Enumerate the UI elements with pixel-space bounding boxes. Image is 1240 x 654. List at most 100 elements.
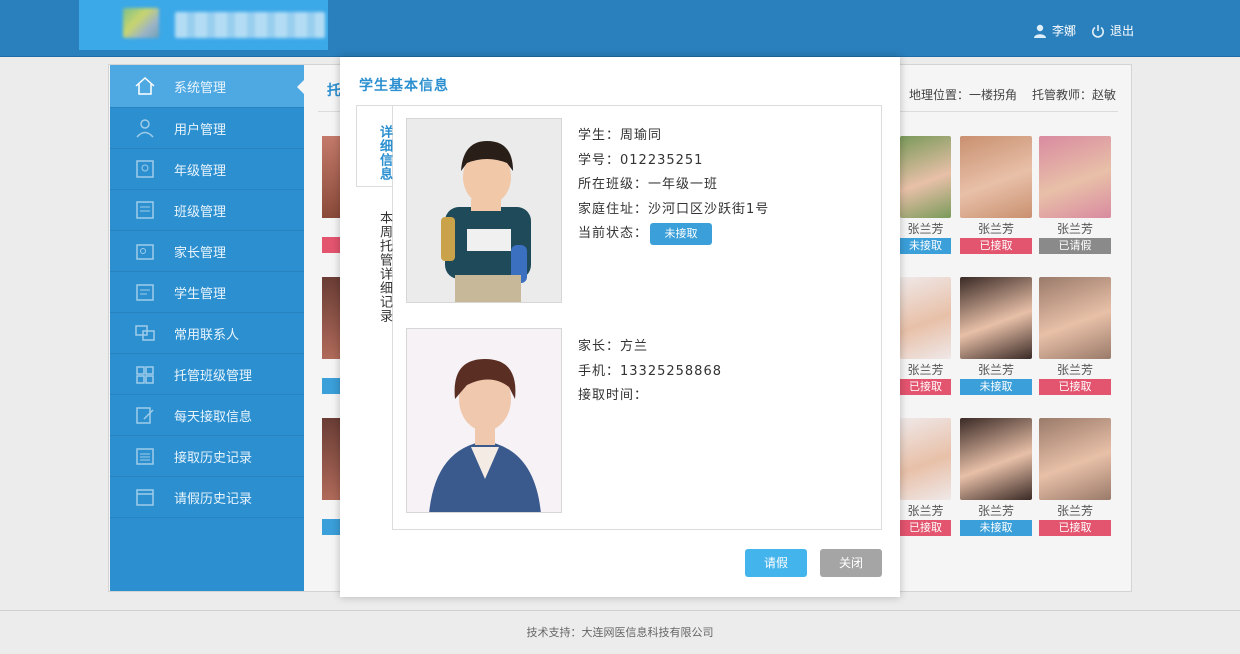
home-icon — [135, 76, 155, 95]
sidebar-item[interactable]: 系统管理 — [110, 65, 305, 108]
page-title: 托 — [327, 83, 341, 99]
student-card[interactable]: 张兰芳 未接取 — [960, 418, 1032, 536]
power-icon — [1092, 24, 1104, 38]
student-name: 张兰芳 — [1056, 363, 1093, 377]
status-badge: 已接取 — [960, 238, 1032, 254]
student-photo — [900, 418, 951, 500]
student-card[interactable]: 张兰芳 已接取 — [900, 418, 951, 536]
student-card[interactable]: 张兰芳 已接取 — [1039, 418, 1111, 536]
grid-icon — [136, 366, 154, 384]
footer: 技术支持：大连网医信息科技有限公司 — [0, 610, 1240, 654]
student-photo — [1039, 136, 1111, 218]
sidebar-item[interactable]: 常用联系人 — [110, 313, 304, 354]
student-info-dialog: 学生基本信息 详细信息 本周托管详细记录 学生：周瑜同 学号：012235251… — [340, 57, 900, 597]
student-number: 学号：012235251 — [578, 152, 704, 168]
sidebar-item[interactable]: 请假历史记录 — [110, 477, 304, 518]
list-icon — [136, 448, 154, 465]
window-icon — [136, 489, 154, 506]
edit-icon — [136, 407, 154, 424]
student-card[interactable]: 张兰芳 已接取 — [900, 277, 951, 395]
student-photo-partial — [322, 277, 340, 359]
student-photo — [960, 136, 1032, 218]
class-icon — [136, 201, 154, 219]
sidebar-item-label: 接取历史记录 — [174, 450, 253, 466]
student-photo — [960, 418, 1032, 500]
student-name: 张兰芳 — [977, 504, 1014, 518]
sidebar-item-label: 托管班级管理 — [174, 368, 253, 384]
sidebar-item[interactable]: 家长管理 — [110, 231, 304, 272]
student-photo — [1039, 277, 1111, 359]
tab-weekly-records[interactable]: 本周托管详细记录 — [356, 187, 392, 327]
student-card[interactable]: 张兰芳 未接取 — [900, 136, 951, 254]
sidebar-item[interactable]: 学生管理 — [110, 272, 304, 313]
logo — [79, 0, 328, 50]
status-badge: 已接取 — [900, 379, 951, 395]
user-icon — [1033, 24, 1046, 38]
sidebar: 系统管理用户管理年级管理 班级管理家长管理学生管理常用联系人托管班级管理 每天接取信… — [110, 65, 305, 591]
sidebar-item-label: 家长管理 — [174, 245, 227, 261]
status-badge-partial — [322, 237, 340, 253]
student-photo — [406, 118, 562, 303]
status-badge: 已接取 — [1039, 520, 1111, 536]
status-badge: 已请假 — [1039, 238, 1111, 254]
student-photo-partial — [322, 418, 340, 500]
student-card[interactable]: 张兰芳 已请假 — [1039, 136, 1111, 254]
student-status-row: 当前状态： 未接取 — [578, 222, 769, 247]
status-badge: 已接取 — [1039, 379, 1111, 395]
status-badge: 已接取 — [900, 520, 951, 536]
teacher-info: 托管教师：赵敏 — [1032, 88, 1117, 102]
logo-image-blurred — [123, 8, 159, 38]
leave-button[interactable]: 请假 — [745, 549, 807, 577]
student-address: 家庭住址：沙河口区沙跃街1号 — [578, 201, 770, 217]
student-photo-image — [407, 119, 561, 302]
student-name: 学生：周瑜同 — [578, 128, 663, 143]
student-name: 张兰芳 — [1056, 222, 1093, 236]
status-badge: 未接取 — [960, 379, 1032, 395]
student-class: 所在班级：一年级一班 — [578, 177, 719, 192]
logo-text-blurred — [175, 12, 325, 38]
sidebar-item[interactable]: 托管班级管理 — [110, 354, 304, 395]
contacts-icon — [135, 325, 155, 341]
student-name: 张兰芳 — [1056, 504, 1093, 518]
sidebar-item[interactable]: 年级管理 — [110, 149, 304, 190]
student-card[interactable]: 张兰芳 未接取 — [960, 277, 1032, 395]
tab-details[interactable]: 详细信息 — [356, 105, 392, 187]
logout-button[interactable]: 退出 — [1091, 22, 1134, 39]
student-photo — [960, 277, 1032, 359]
user-name: 李娜 — [1051, 24, 1076, 38]
sidebar-item[interactable]: 接取历史记录 — [110, 436, 304, 477]
dialog-title: 学生基本信息 — [359, 78, 449, 94]
parent-photo-image — [407, 329, 561, 512]
parent-info: 家长：方兰 手机：13325258868 接取时间： — [578, 335, 722, 409]
parent-photo — [406, 328, 562, 513]
sidebar-item[interactable]: 每天接取信息 — [110, 395, 304, 436]
status-badge-partial — [322, 519, 340, 535]
student-card[interactable]: 张兰芳 已接取 — [960, 136, 1032, 254]
close-button[interactable]: 关闭 — [820, 549, 882, 577]
student-name: 张兰芳 — [907, 222, 944, 236]
student-info: 学生：周瑜同 学号：012235251 所在班级：一年级一班 家庭住址：沙河口区… — [578, 124, 769, 247]
student-name: 张兰芳 — [977, 222, 1014, 236]
status-label: 当前状态： — [578, 226, 649, 241]
current-user[interactable]: 李娜 — [1033, 22, 1076, 39]
user-icon — [136, 119, 154, 138]
student-photo — [900, 277, 951, 359]
student-photo — [900, 136, 951, 218]
sidebar-item[interactable]: 用户管理 — [110, 108, 304, 149]
grade-icon — [136, 160, 154, 178]
status-badge: 未接取 — [960, 520, 1032, 536]
student-photo — [1039, 418, 1111, 500]
logout-label: 退出 — [1109, 24, 1134, 38]
student-card[interactable]: 张兰芳 已接取 — [1039, 277, 1111, 395]
sidebar-item-label: 学生管理 — [174, 286, 227, 302]
sidebar-item-label: 每天接取信息 — [174, 409, 253, 425]
sidebar-item[interactable]: 班级管理 — [110, 190, 304, 231]
status-badge-partial — [322, 378, 340, 394]
student-name: 张兰芳 — [907, 504, 944, 518]
status-badge[interactable]: 未接取 — [650, 223, 713, 246]
sidebar-item-label: 请假历史记录 — [174, 491, 253, 507]
parent-name: 家长：方兰 — [578, 339, 649, 354]
top-bar: 李娜 退出 — [0, 0, 1240, 57]
sidebar-item-label: 系统管理 — [174, 80, 227, 96]
sidebar-item-label: 用户管理 — [174, 122, 227, 138]
